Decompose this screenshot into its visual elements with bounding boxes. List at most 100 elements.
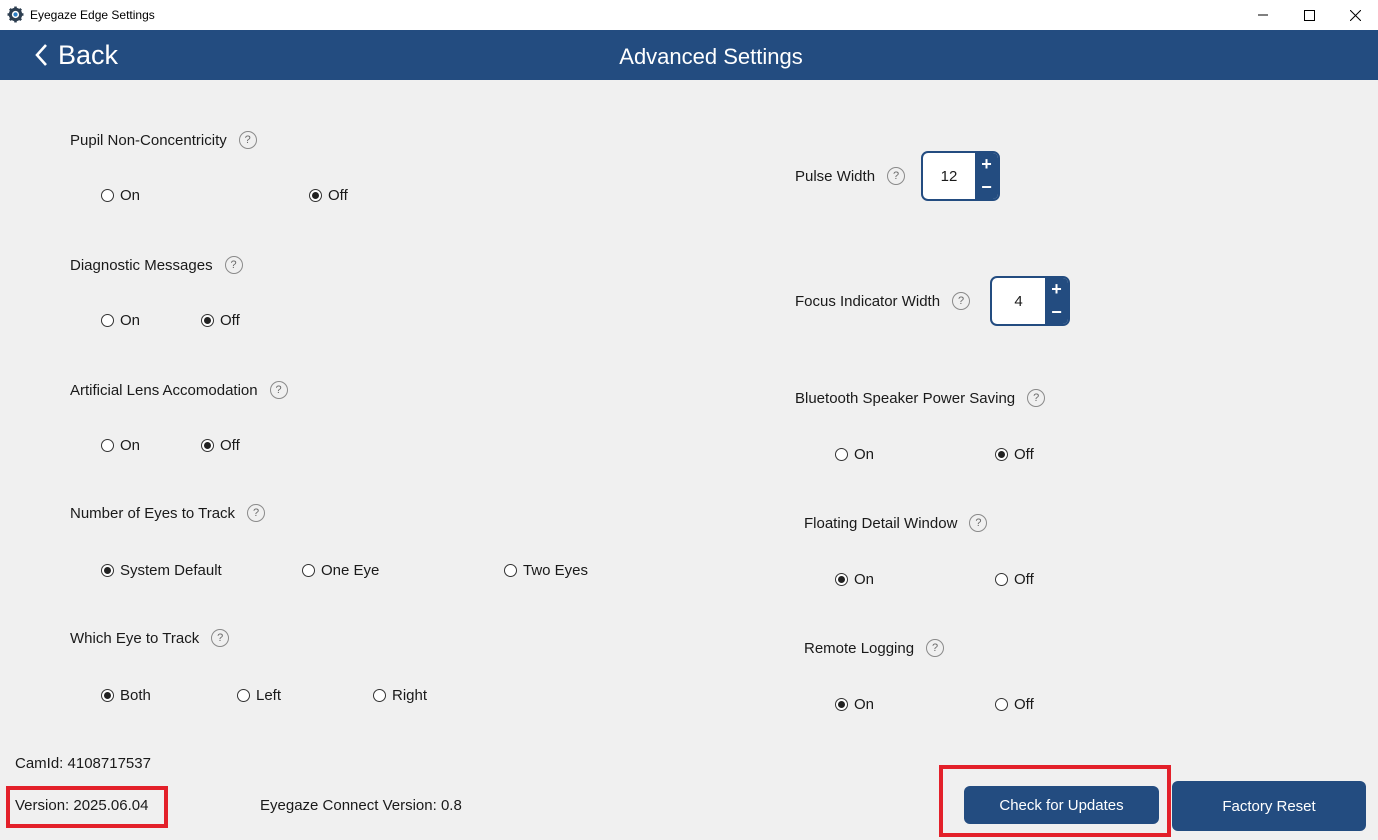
radio-circle [504, 564, 517, 577]
eyes-two-eyes-radio[interactable]: Two Eyes [504, 562, 588, 579]
bluetooth-on-radio[interactable]: On [835, 446, 874, 463]
radio-label: On [120, 187, 141, 204]
radio-circle [995, 573, 1008, 586]
bluetooth-speaker-power-saving-label: Bluetooth Speaker Power Saving ? [795, 389, 1046, 407]
radio-circle [995, 698, 1008, 711]
help-icon[interactable]: ? [238, 131, 257, 149]
setting-title: Diagnostic Messages [70, 256, 213, 274]
help-icon[interactable]: ? [969, 514, 988, 532]
floating-detail-window-label: Floating Detail Window ? [804, 514, 988, 532]
artificial-lens-accomodation-label: Artificial Lens Accomodation ? [70, 381, 288, 399]
close-icon [1349, 9, 1361, 21]
connect-version-text: Eyegaze Connect Version: 0.8 [260, 797, 462, 814]
floating-detail-on-radio[interactable]: On [835, 571, 874, 588]
radio-label: Right [392, 687, 428, 704]
radio-circle [101, 189, 114, 202]
help-icon[interactable]: ? [1027, 389, 1046, 407]
eyes-system-default-radio[interactable]: System Default [101, 562, 222, 579]
bluetooth-off-radio[interactable]: Off [995, 446, 1034, 463]
check-for-updates-button[interactable]: Check for Updates [964, 786, 1159, 824]
radio-label: Both [120, 687, 151, 704]
radio-circle [101, 439, 114, 452]
radio-circle [101, 314, 114, 327]
radio-label: Off [1014, 696, 1034, 713]
help-icon[interactable]: ? [887, 167, 906, 185]
radio-label: One Eye [321, 562, 380, 579]
radio-label: On [854, 571, 875, 588]
radio-label: Two Eyes [523, 562, 589, 579]
artificial-lens-on-radio[interactable]: On [101, 437, 140, 454]
radio-label: System Default [120, 562, 222, 579]
setting-title: Pulse Width [795, 167, 876, 185]
radio-circle [302, 564, 315, 577]
which-eye-right-radio[interactable]: Right [373, 687, 427, 704]
window-titlebar: Eyegaze Edge Settings [0, 0, 1378, 30]
maximize-icon [1303, 9, 1315, 21]
pupil-non-concentricity-label: Pupil Non-Concentricity ? [70, 131, 257, 149]
plus-button[interactable]: + [1045, 278, 1068, 301]
artificial-lens-off-radio[interactable]: Off [201, 437, 240, 454]
setting-title: Focus Indicator Width [795, 292, 941, 310]
setting-title: Which Eye to Track [70, 629, 200, 647]
which-eye-left-radio[interactable]: Left [237, 687, 281, 704]
maximize-button[interactable] [1286, 0, 1332, 30]
radio-circle [309, 189, 322, 202]
radio-circle [237, 689, 250, 702]
pulse-width-stepper[interactable]: 12 + − [921, 151, 1000, 201]
minus-button[interactable]: − [1045, 301, 1068, 324]
stepper-value[interactable]: 12 [923, 153, 975, 199]
radio-circle [995, 448, 1008, 461]
help-icon[interactable]: ? [211, 629, 230, 647]
pupil-non-concentricity-off-radio[interactable]: Off [309, 187, 348, 204]
radio-label: On [120, 312, 141, 329]
radio-label: Off [1014, 571, 1034, 588]
which-eye-both-radio[interactable]: Both [101, 687, 151, 704]
radio-label: Off [1014, 446, 1034, 463]
setting-title: Pupil Non-Concentricity [70, 131, 227, 149]
help-icon[interactable]: ? [224, 256, 243, 274]
remote-logging-label: Remote Logging ? [804, 639, 945, 657]
help-icon[interactable]: ? [926, 639, 945, 657]
diagnostic-messages-label: Diagnostic Messages ? [70, 256, 243, 274]
focus-indicator-width-stepper[interactable]: 4 + − [990, 276, 1070, 326]
pupil-non-concentricity-on-radio[interactable]: On [101, 187, 140, 204]
radio-label: On [854, 696, 875, 713]
radio-label: Off [328, 187, 348, 204]
radio-circle [201, 439, 214, 452]
minimize-button[interactable] [1240, 0, 1286, 30]
radio-label: Off [220, 312, 240, 329]
close-button[interactable] [1332, 0, 1378, 30]
diagnostic-messages-off-radio[interactable]: Off [201, 312, 240, 329]
radio-circle [835, 698, 848, 711]
which-eye-label: Which Eye to Track ? [70, 629, 230, 647]
radio-circle [101, 689, 114, 702]
window-title: Eyegaze Edge Settings [30, 8, 155, 22]
help-icon[interactable]: ? [247, 504, 266, 522]
stepper-value[interactable]: 4 [992, 278, 1045, 324]
number-of-eyes-label: Number of Eyes to Track ? [70, 504, 266, 522]
page-title: Advanced Settings [619, 44, 803, 69]
floating-detail-off-radio[interactable]: Off [995, 571, 1034, 588]
eyes-one-eye-radio[interactable]: One Eye [302, 562, 379, 579]
setting-title: Remote Logging [804, 639, 915, 657]
minus-button[interactable]: − [975, 176, 998, 199]
plus-button[interactable]: + [975, 153, 998, 176]
setting-title: Artificial Lens Accomodation [70, 381, 258, 399]
remote-logging-off-radio[interactable]: Off [995, 696, 1034, 713]
radio-label: Left [256, 687, 282, 704]
factory-reset-button[interactable]: Factory Reset [1172, 781, 1366, 831]
camid-text: CamId: 4108717537 [15, 755, 151, 772]
setting-title: Number of Eyes to Track [70, 504, 236, 522]
focus-indicator-width-label: Focus Indicator Width ? [795, 292, 971, 310]
help-icon[interactable]: ? [269, 381, 288, 399]
minimize-icon [1258, 14, 1268, 16]
setting-title: Bluetooth Speaker Power Saving [795, 389, 1016, 407]
radio-circle [201, 314, 214, 327]
remote-logging-on-radio[interactable]: On [835, 696, 874, 713]
diagnostic-messages-on-radio[interactable]: On [101, 312, 140, 329]
radio-label: Off [220, 437, 240, 454]
setting-title: Floating Detail Window [804, 514, 958, 532]
help-icon[interactable]: ? [952, 292, 971, 310]
stepper-buttons: + − [975, 153, 998, 199]
radio-circle [101, 564, 114, 577]
